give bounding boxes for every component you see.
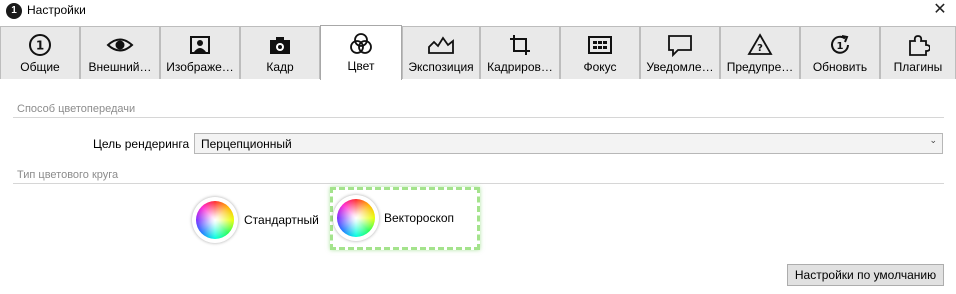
svg-text:1: 1 xyxy=(837,41,844,52)
warning-triangle-icon: ? xyxy=(721,33,799,57)
wheel-option-label: Вектороскоп xyxy=(384,211,455,225)
window-title: Настройки xyxy=(27,3,86,17)
app-icon: 1 xyxy=(6,3,22,19)
tab-label: Цвет xyxy=(347,59,375,73)
close-icon: ✕ xyxy=(933,0,947,18)
vectorscope-color-wheel-icon xyxy=(333,195,379,241)
wheel-option-vectorscope[interactable]: Вектороскоп xyxy=(333,190,477,247)
tab-appearance[interactable]: Внешний… xyxy=(80,26,160,79)
close-button[interactable]: ✕ xyxy=(930,0,950,20)
chevron-down-icon: ⌄ xyxy=(929,136,937,146)
portrait-icon xyxy=(161,33,239,57)
standard-color-wheel-icon xyxy=(192,197,238,243)
tab-label: Общие xyxy=(20,60,60,74)
wheel-option-label: Стандартный xyxy=(244,213,319,227)
tab-label: Обновить xyxy=(812,60,868,74)
update-icon: 1 xyxy=(801,33,879,57)
info-circle-icon: 1 xyxy=(1,33,79,57)
focus-grid-icon xyxy=(561,33,639,57)
tab-label: Кадриров… xyxy=(487,60,553,74)
crop-icon xyxy=(481,33,559,57)
speech-bubble-icon xyxy=(641,33,719,57)
tab-label: Предупре… xyxy=(726,60,794,74)
rendering-intent-dropdown[interactable]: Перцепционный ⌄ xyxy=(194,133,943,154)
restore-defaults-button[interactable]: Настройки по умолчанию xyxy=(787,264,944,286)
tab-notifications[interactable]: Уведомле… xyxy=(640,26,720,79)
svg-text:1: 1 xyxy=(36,39,44,53)
tab-warnings[interactable]: ? Предупре… xyxy=(720,26,800,79)
eye-icon xyxy=(81,33,159,57)
tab-general[interactable]: 1 Общие xyxy=(0,26,80,79)
tab-label: Уведомле… xyxy=(646,60,714,74)
tab-update[interactable]: 1 Обновить xyxy=(800,26,880,79)
tab-color[interactable]: Цвет xyxy=(320,25,402,80)
tab-bar: 1 Общие Внешний… Изображе… Кадр Цвет Экс… xyxy=(0,25,956,80)
color-settings-panel: Способ цветопередачи Цель рендеринга Пер… xyxy=(0,80,956,294)
group-title-color-wheel: Тип цветового круга xyxy=(17,169,119,181)
tab-label: Плагины xyxy=(893,60,943,74)
tab-label: Изображе… xyxy=(166,60,234,74)
histogram-icon xyxy=(403,33,479,57)
group-divider xyxy=(13,117,944,118)
tab-label: Кадр xyxy=(266,60,294,74)
tab-label: Внешний… xyxy=(88,60,152,74)
rendering-intent-value: Перцепционный xyxy=(201,137,292,151)
tab-focus[interactable]: Фокус xyxy=(560,26,640,79)
svg-text:?: ? xyxy=(757,43,763,54)
wheel-option-standard[interactable]: Стандартный xyxy=(191,195,326,247)
title-bar: 1 Настройки ✕ xyxy=(0,0,956,22)
tab-label: Фокус xyxy=(583,60,617,74)
tab-crop[interactable]: Кадриров… xyxy=(480,26,560,79)
tab-frame[interactable]: Кадр xyxy=(240,26,320,79)
group-divider xyxy=(13,183,944,184)
tab-label: Экспозиция xyxy=(408,60,474,74)
color-circles-icon xyxy=(321,32,401,56)
tab-plugins[interactable]: Плагины xyxy=(880,26,956,79)
camera-icon xyxy=(241,33,319,57)
rendering-intent-label: Цель рендеринга xyxy=(93,137,190,151)
puzzle-icon xyxy=(881,33,955,57)
tab-image[interactable]: Изображе… xyxy=(160,26,240,79)
tab-exposure[interactable]: Экспозиция xyxy=(402,26,480,79)
group-title-color-rendering: Способ цветопередачи xyxy=(17,103,136,115)
